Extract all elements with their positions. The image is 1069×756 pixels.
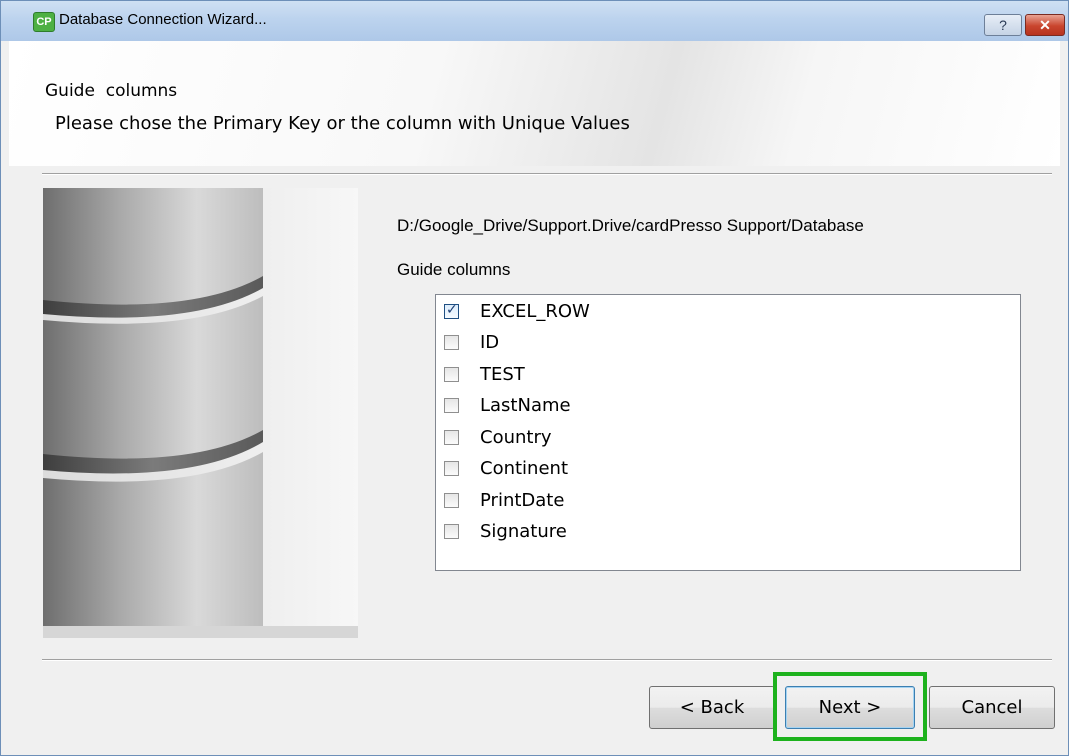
- close-button[interactable]: ✕: [1025, 14, 1065, 36]
- checkbox[interactable]: [444, 335, 459, 350]
- list-item[interactable]: Continent: [444, 456, 1004, 486]
- back-button[interactable]: < Back: [649, 686, 775, 729]
- database-path-label: D:/Google_Drive/Support.Drive/cardPresso…: [397, 216, 864, 235]
- checkbox[interactable]: [444, 524, 459, 539]
- database-cylinder-icon: [43, 188, 358, 638]
- checkbox[interactable]: [444, 430, 459, 445]
- checkbox[interactable]: [444, 461, 459, 476]
- checkbox[interactable]: [444, 302, 459, 319]
- database-illustration: [43, 188, 358, 638]
- list-item[interactable]: Country: [444, 425, 1004, 455]
- next-button-highlight: [773, 672, 927, 741]
- page-title: Guide columns: [45, 81, 178, 101]
- footer-separator: [42, 659, 1052, 661]
- list-item-label: Continent: [480, 458, 568, 479]
- checkbox[interactable]: [444, 398, 459, 413]
- window-title: Database Connection Wizard...: [59, 11, 267, 28]
- list-item-label: PrintDate: [480, 490, 565, 511]
- list-item[interactable]: LastName: [444, 393, 1004, 423]
- title-bar[interactable]: CP Database Connection Wizard... ? ✕: [1, 1, 1068, 41]
- list-item-label: TEST: [480, 364, 525, 385]
- page-subtitle: Please chose the Primary Key or the colu…: [55, 113, 630, 134]
- list-item-label: LastName: [480, 395, 571, 416]
- guide-columns-list[interactable]: EXCEL_ROW ID TEST LastName Country Conti…: [435, 294, 1021, 571]
- checkbox[interactable]: [444, 493, 459, 508]
- wizard-client-area: Guide columns Please chose the Primary K…: [9, 41, 1060, 749]
- list-item[interactable]: TEST: [444, 362, 1004, 392]
- wizard-window: CP Database Connection Wizard... ? ✕ Gui…: [0, 0, 1069, 756]
- list-item-label: ID: [480, 332, 500, 353]
- list-item[interactable]: ID: [444, 330, 1004, 360]
- list-item-label: Country: [480, 427, 552, 448]
- list-item[interactable]: PrintDate: [444, 488, 1004, 518]
- cardpresso-app-icon: CP: [33, 12, 55, 32]
- help-button[interactable]: ?: [984, 14, 1022, 36]
- header-separator: [42, 173, 1052, 175]
- wizard-header: Guide columns Please chose the Primary K…: [9, 41, 1060, 166]
- list-item[interactable]: Signature: [444, 519, 1004, 549]
- cancel-button[interactable]: Cancel: [929, 686, 1055, 729]
- list-item[interactable]: EXCEL_ROW: [444, 299, 1004, 329]
- guide-columns-label: Guide columns: [397, 260, 511, 279]
- list-item-label: Signature: [480, 521, 567, 542]
- list-item-label: EXCEL_ROW: [480, 301, 590, 322]
- checkbox[interactable]: [444, 367, 459, 382]
